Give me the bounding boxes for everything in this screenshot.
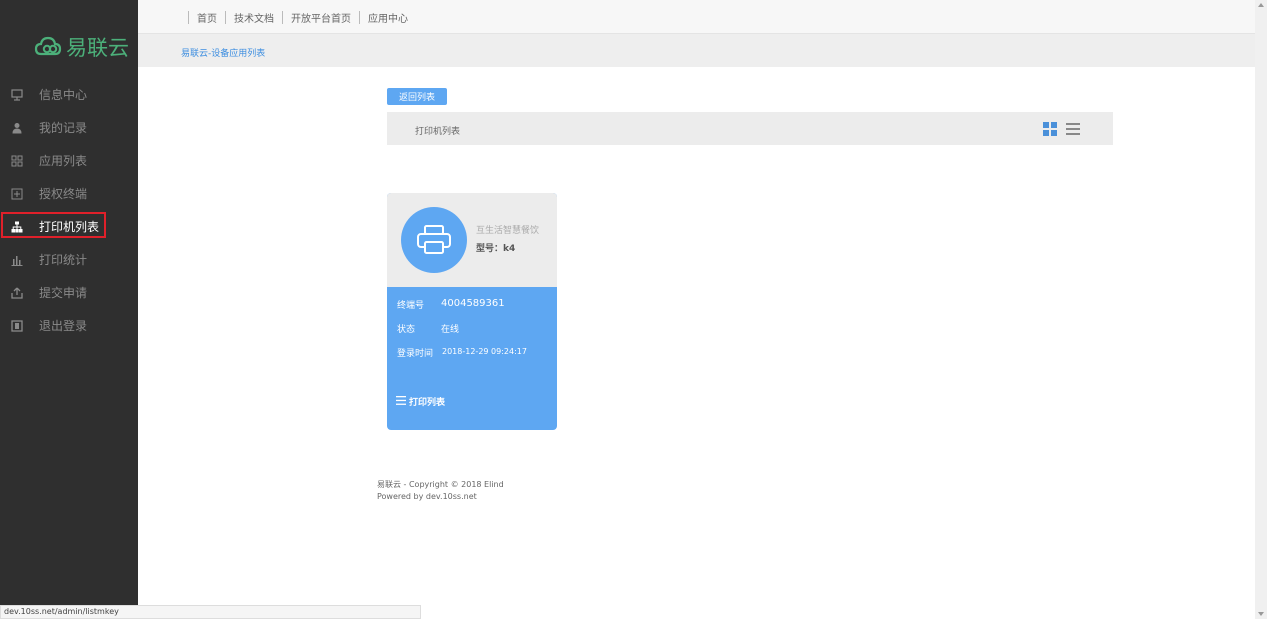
nav-divider bbox=[282, 11, 283, 24]
brand-name: 易联云 bbox=[66, 36, 129, 60]
sidebar-item-label: 信息中心 bbox=[39, 88, 88, 102]
footer-copyright: 易联云 - Copyright © 2018 Elind bbox=[377, 480, 504, 489]
status-row: 状态 在线 bbox=[397, 322, 459, 335]
top-bar: 首页 技术文档 开放平台首页 应用中心 bbox=[138, 0, 1255, 34]
list-view-icon[interactable] bbox=[1066, 122, 1080, 136]
sidebar-nav: 信息中心 我的记录 应用列表 授权终端 打印机列表 打印统计 提交申请 退出登录 bbox=[0, 78, 138, 342]
login-time-row: 登录时间 2018-12-29 09:24:17 bbox=[397, 346, 527, 359]
sidebar-item-label: 提交申请 bbox=[39, 286, 88, 300]
footer-powered-by: Powered by dev.10ss.net bbox=[377, 492, 477, 501]
printer-card[interactable]: 互生活智慧餐饮 型号：k4 终端号 4004589361 状态 在线 登录时间 … bbox=[387, 193, 557, 430]
scroll-up-icon[interactable] bbox=[1258, 3, 1264, 7]
top-nav: 首页 技术文档 开放平台首页 应用中心 bbox=[180, 10, 408, 25]
sidebar-item-label: 授权终端 bbox=[39, 187, 88, 201]
sidebar-item-print-stats[interactable]: 打印统计 bbox=[0, 243, 138, 276]
terminal-row: 终端号 4004589361 bbox=[397, 298, 505, 311]
terminal-label: 终端号 bbox=[397, 301, 425, 311]
monitor-icon bbox=[10, 88, 24, 102]
sidebar-item-label: 打印统计 bbox=[39, 253, 88, 267]
brand-logo[interactable]: 易联云 bbox=[34, 33, 129, 61]
sidebar-item-submit-application[interactable]: 提交申请 bbox=[0, 276, 138, 309]
bar-chart-icon bbox=[10, 253, 24, 267]
grid-view-icon[interactable] bbox=[1043, 122, 1057, 136]
status-label: 状态 bbox=[397, 325, 416, 335]
status-value: 在线 bbox=[441, 325, 460, 335]
sidebar-item-label: 应用列表 bbox=[39, 154, 88, 168]
footer: 易联云 - Copyright © 2018 Elind Powered by … bbox=[377, 479, 504, 503]
login-time-label: 登录时间 bbox=[397, 349, 434, 359]
print-list-link[interactable]: 打印列表 bbox=[396, 395, 445, 408]
page-scrollbar[interactable] bbox=[1255, 0, 1267, 619]
printer-card-header: 互生活智慧餐饮 型号：k4 bbox=[387, 193, 557, 287]
back-to-list-button[interactable]: 返回列表 bbox=[387, 88, 447, 105]
sidebar-item-printer-list[interactable]: 打印机列表 bbox=[0, 210, 138, 243]
login-time-value: 2018-12-29 09:24:17 bbox=[442, 347, 527, 356]
terminal-value: 4004589361 bbox=[441, 298, 505, 309]
topnav-docs-link[interactable]: 技术文档 bbox=[234, 10, 274, 25]
grid-icon bbox=[10, 154, 24, 168]
logout-icon bbox=[10, 319, 24, 333]
topnav-open-platform-link[interactable]: 开放平台首页 bbox=[291, 10, 351, 25]
upload-icon bbox=[10, 286, 24, 300]
sidebar-item-logout[interactable]: 退出登录 bbox=[0, 309, 138, 342]
breadcrumb[interactable]: 易联云-设备应用列表 bbox=[181, 46, 265, 59]
nav-divider bbox=[188, 11, 189, 24]
cloud-logo-icon bbox=[34, 35, 64, 60]
printer-list-panel-header: 打印机列表 bbox=[387, 112, 1113, 145]
sidebar-item-authorized-terminals[interactable]: 授权终端 bbox=[0, 177, 138, 210]
scroll-down-icon[interactable] bbox=[1258, 612, 1264, 616]
printer-model: 型号：k4 bbox=[476, 244, 516, 254]
sitemap-icon bbox=[10, 220, 24, 234]
browser-status-url: dev.10ss.net/admin/listmkey bbox=[0, 605, 421, 619]
print-list-label: 打印列表 bbox=[409, 398, 446, 408]
sidebar-item-label: 我的记录 bbox=[39, 121, 88, 135]
topnav-app-center-link[interactable]: 应用中心 bbox=[368, 10, 408, 25]
user-icon bbox=[10, 121, 24, 135]
printer-icon bbox=[401, 207, 467, 273]
topnav-home-link[interactable]: 首页 bbox=[197, 10, 217, 25]
nav-divider bbox=[359, 11, 360, 24]
list-icon bbox=[396, 395, 406, 408]
sidebar-item-label: 打印机列表 bbox=[39, 220, 100, 234]
breadcrumb-bar: 易联云-设备应用列表 bbox=[138, 34, 1255, 67]
sidebar: 易联云 信息中心 我的记录 应用列表 授权终端 打印机列表 打印统计 提交申请 … bbox=[0, 0, 138, 619]
sidebar-item-my-records[interactable]: 我的记录 bbox=[0, 111, 138, 144]
sidebar-item-info-center[interactable]: 信息中心 bbox=[0, 78, 138, 111]
plus-box-icon bbox=[10, 187, 24, 201]
nav-divider bbox=[225, 11, 226, 24]
sidebar-item-label: 退出登录 bbox=[39, 319, 88, 333]
sidebar-item-app-list[interactable]: 应用列表 bbox=[0, 144, 138, 177]
printer-name: 互生活智慧餐饮 bbox=[476, 226, 540, 236]
panel-title: 打印机列表 bbox=[415, 127, 461, 137]
